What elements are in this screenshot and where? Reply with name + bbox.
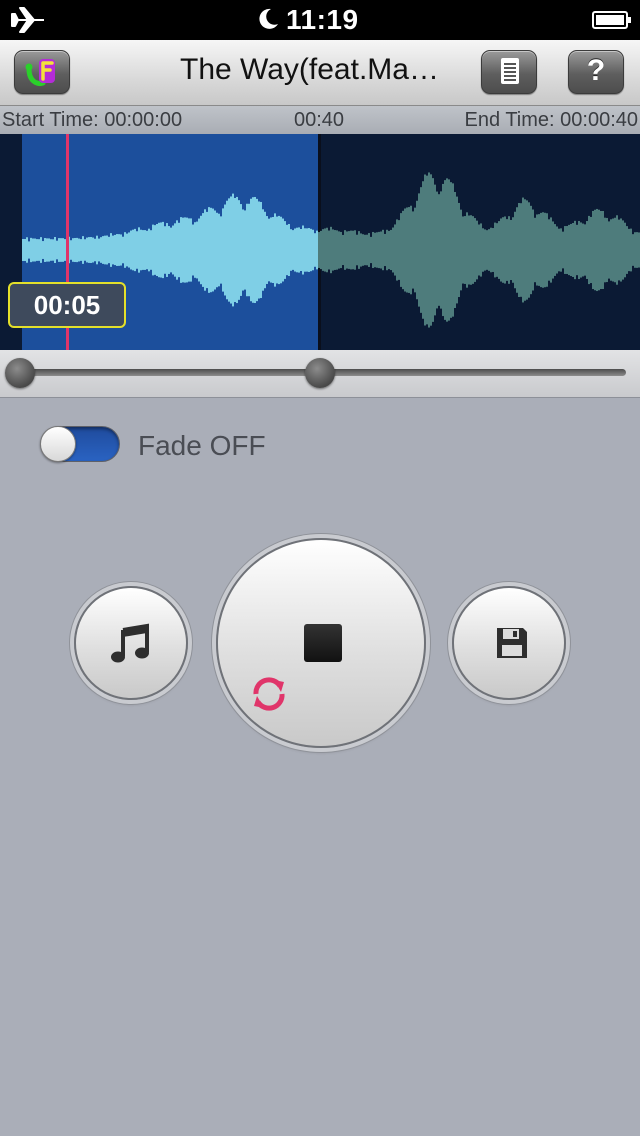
nav-bar: The Way(feat.Ma… ? (0, 40, 640, 106)
app-menu-button[interactable] (14, 50, 70, 94)
controls-area: Fade OFF (0, 398, 640, 1136)
app-logo-icon (25, 59, 55, 86)
start-time: Start Time: 00:00:00 (2, 109, 183, 131)
help-icon: ? (586, 54, 606, 87)
battery-icon (592, 11, 631, 29)
time-info-bar: Start Time: 00:00:00 00:40 End Time: 00:… (0, 106, 640, 134)
end-handle[interactable] (305, 358, 335, 388)
playhead-time-label: 00:05 (8, 282, 126, 328)
loop-icon[interactable] (248, 674, 290, 714)
waveform-panel[interactable]: 00:05 (0, 134, 640, 350)
fade-toggle[interactable] (40, 426, 120, 462)
song-title: The Way(feat.Ma… (180, 53, 439, 86)
moon-icon (259, 8, 278, 29)
music-note-icon (111, 623, 149, 663)
help-button[interactable]: ? (568, 50, 624, 94)
end-time: End Time: 00:00:40 (464, 109, 638, 131)
fade-label: Fade OFF (138, 430, 266, 461)
airplane-icon (11, 7, 44, 33)
status-bar: 11:19 (0, 0, 640, 40)
music-library-button[interactable] (74, 586, 188, 700)
song-list-button[interactable] (481, 50, 537, 94)
stop-icon (304, 624, 342, 662)
toggle-knob[interactable] (40, 426, 76, 462)
clock: 11:19 (286, 4, 359, 35)
start-handle[interactable] (5, 358, 35, 388)
stop-button[interactable] (216, 538, 426, 748)
list-icon (501, 58, 519, 84)
save-button[interactable] (452, 586, 566, 700)
floppy-disk-icon (497, 628, 527, 658)
range-slider[interactable] (0, 350, 640, 398)
duration-label: 00:40 (294, 109, 345, 131)
